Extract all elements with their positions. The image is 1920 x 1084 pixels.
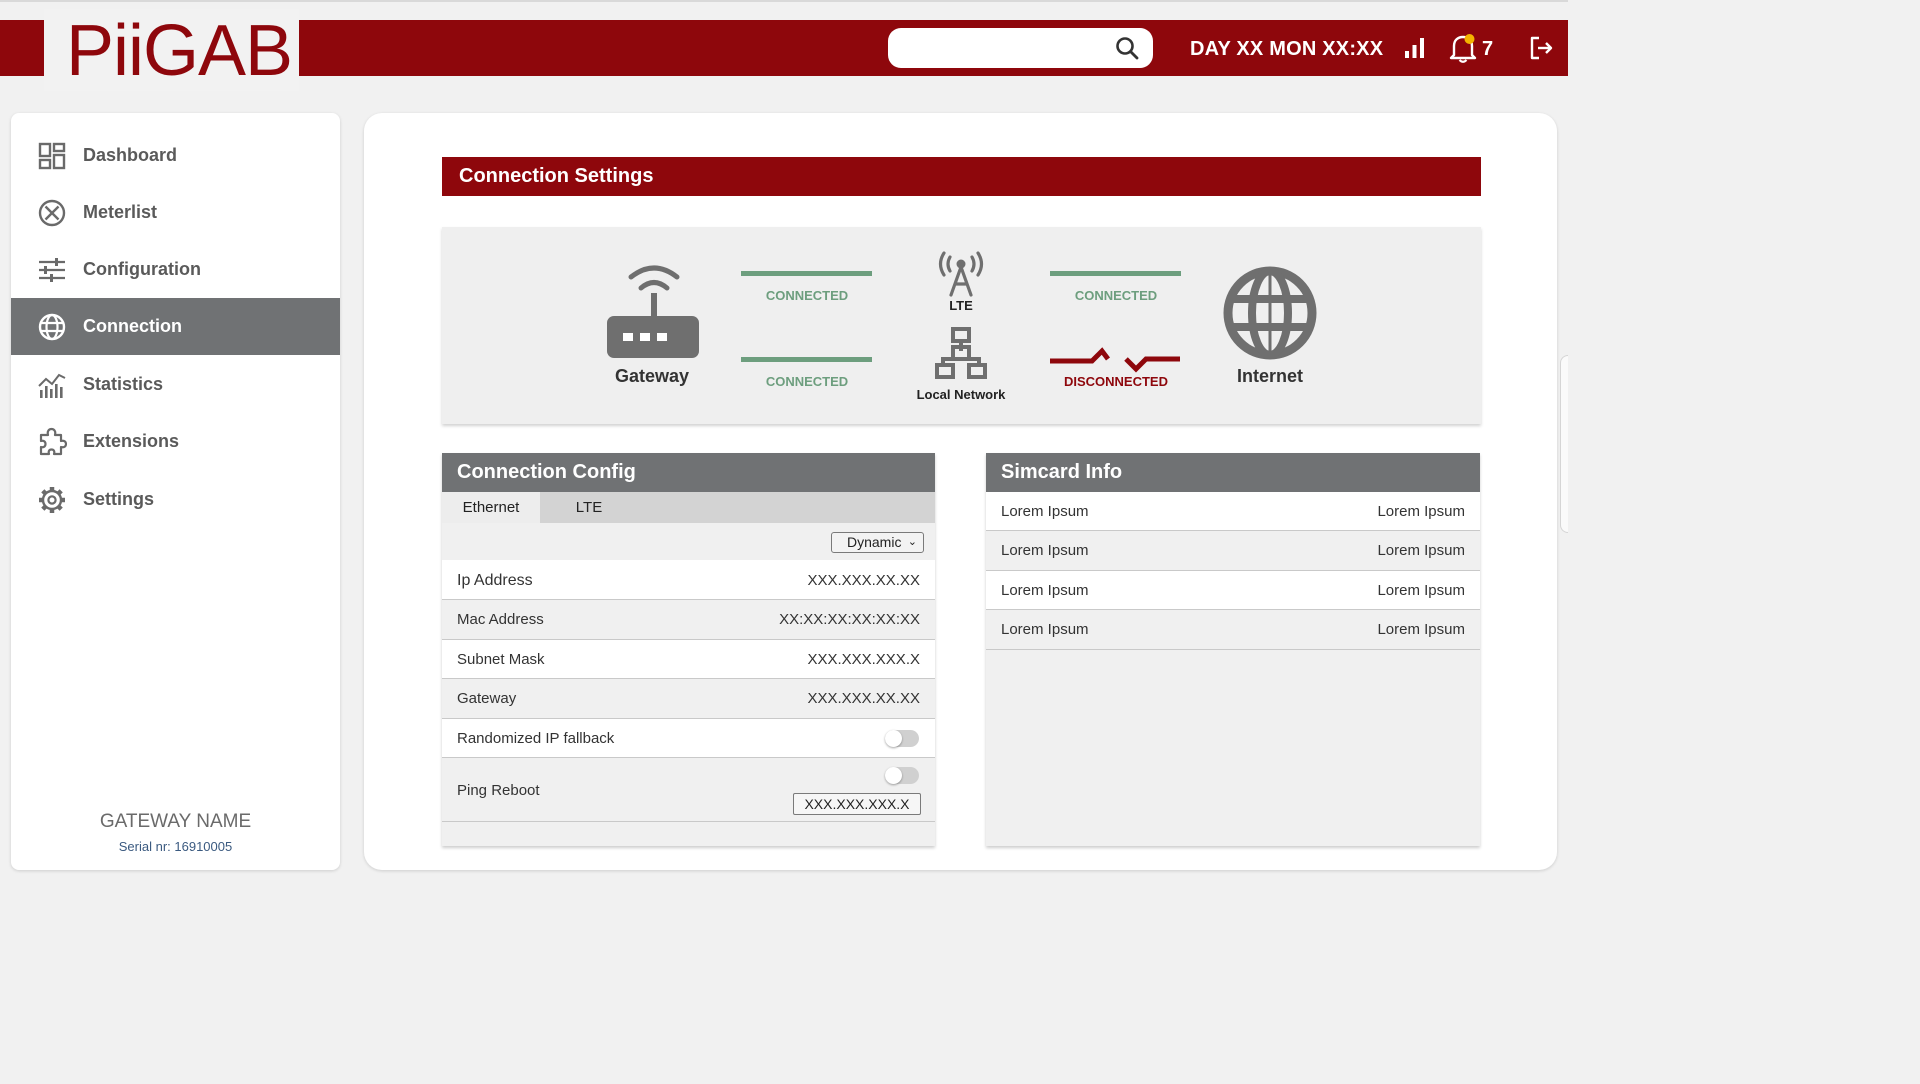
puzzle-icon xyxy=(39,427,67,456)
notification-count: 7 xyxy=(1482,38,1494,60)
logo: PiiGAB xyxy=(44,9,299,91)
mac-address-label: Mac Address xyxy=(457,611,544,628)
sidebar: Dashboard Meterlist Configuration Connec… xyxy=(11,113,340,870)
simcard-key: Lorem Ipsum xyxy=(1001,621,1089,638)
sidebar-item-label: Statistics xyxy=(83,374,164,394)
gateway-lte-link xyxy=(741,271,872,276)
mac-address-value: XX:XX:XX:XX:XX:XX xyxy=(779,611,920,628)
gateway-local-status: CONNECTED xyxy=(765,374,849,389)
main-panel: Connection Settings Gateway CONNECTED CO… xyxy=(364,113,1557,870)
sidebar-item-label: Dashboard xyxy=(83,145,178,165)
randomized-ip-label: Randomized IP fallback xyxy=(457,730,615,747)
sidebar-item-configuration[interactable]: Configuration xyxy=(11,241,340,298)
sidebar-item-statistics[interactable]: Statistics xyxy=(11,356,340,413)
subnet-mask-row: Subnet Mask XXX.XXX.XXX.X xyxy=(442,640,935,679)
gateway-value: XXX.XXX.XX.XX xyxy=(807,690,920,707)
page-title: Connection Settings xyxy=(459,165,654,187)
signal-icon xyxy=(1405,38,1424,58)
logo-text: PiiGAB xyxy=(66,11,293,91)
ip-address-value: XXX.XXX.XX.XX xyxy=(807,572,920,589)
chart-icon xyxy=(38,373,66,398)
simcard-key: Lorem Ipsum xyxy=(1001,503,1089,520)
simcard-key: Lorem Ipsum xyxy=(1001,542,1089,559)
sidebar-item-connection[interactable]: Connection xyxy=(11,298,340,355)
simcard-value: Lorem Ipsum xyxy=(1377,621,1465,638)
simcard-value: Lorem Ipsum xyxy=(1377,582,1465,599)
simcard-value: Lorem Ipsum xyxy=(1377,542,1465,559)
connection-diagram: Gateway CONNECTED CONNECTED LTE Local Ne… xyxy=(442,227,1481,424)
bell-icon[interactable] xyxy=(1448,32,1478,64)
router-icon xyxy=(607,265,699,358)
chevron-down-icon: ⌄ xyxy=(907,536,917,548)
gateway-name: GATEWAY NAME xyxy=(99,811,252,832)
lte-label: LTE xyxy=(949,298,973,313)
internet-globe-icon xyxy=(1223,266,1317,360)
ip-mode-value: Dynamic xyxy=(847,534,902,550)
connection-settings-header: Connection Settings xyxy=(442,157,1481,196)
gateway-lte-status: CONNECTED xyxy=(765,288,849,303)
simcard-value: Lorem Ipsum xyxy=(1377,503,1465,520)
globe-icon xyxy=(38,313,66,341)
side-scroll-handle[interactable] xyxy=(1560,355,1568,533)
sidebar-item-extensions[interactable]: Extensions xyxy=(11,413,340,470)
datetime: DAY XX MON XX:XX xyxy=(1190,38,1384,60)
simcard-key: Lorem Ipsum xyxy=(1001,582,1089,599)
logout-icon[interactable] xyxy=(1528,35,1554,61)
sidebar-item-label: Settings xyxy=(83,489,155,509)
ip-mode-select[interactable]: Dynamic ⌄ xyxy=(831,532,924,553)
ping-ip-input[interactable]: XXX.XXX.XXX.X xyxy=(793,793,921,815)
broken-link-icon xyxy=(1050,347,1180,373)
subnet-mask-label: Subnet Mask xyxy=(457,651,545,668)
table-row: Lorem Ipsum Lorem Ipsum xyxy=(986,531,1480,571)
antenna-icon xyxy=(938,251,984,297)
sidebar-item-label: Connection xyxy=(83,316,182,336)
meterlist-icon xyxy=(38,199,66,227)
table-row: Lorem Ipsum Lorem Ipsum xyxy=(986,492,1480,531)
gateway-label: Gateway xyxy=(614,366,690,386)
table-row: Lorem Ipsum Lorem Ipsum xyxy=(986,571,1480,610)
search-icon[interactable] xyxy=(1114,35,1140,61)
table-row: Lorem Ipsum Lorem Ipsum xyxy=(986,610,1480,650)
connection-config-title: Connection Config xyxy=(457,461,636,483)
sidebar-item-dashboard[interactable]: Dashboard xyxy=(11,127,340,184)
lte-internet-link xyxy=(1050,271,1181,276)
local-internet-status: DISCONNECTED xyxy=(1063,374,1168,389)
connection-config-header: Connection Config xyxy=(442,453,935,492)
mac-address-row: Mac Address XX:XX:XX:XX:XX:XX xyxy=(442,600,935,640)
gateway-row: Gateway XXX.XXX.XX.XX xyxy=(442,679,935,719)
config-tabs: Ethernet LTE xyxy=(442,492,935,523)
sidebar-item-label: Meterlist xyxy=(83,202,158,222)
connection-config-panel: Connection Config Ethernet LTE Dynamic ⌄… xyxy=(442,453,935,846)
ping-reboot-row: Ping Reboot XXX.XXX.XXX.X xyxy=(442,758,935,822)
top-border xyxy=(0,0,1568,2)
gear-icon xyxy=(39,487,65,513)
simcard-info-header: Simcard Info xyxy=(986,453,1480,492)
lte-internet-status: CONNECTED xyxy=(1074,288,1158,303)
sidebar-item-label: Configuration xyxy=(83,259,201,279)
local-network-label: Local Network xyxy=(916,387,1006,402)
ping-reboot-label: Ping Reboot xyxy=(457,782,540,799)
ip-address-label: Ip Address xyxy=(457,572,533,589)
internet-label: Internet xyxy=(1236,366,1303,386)
serial-number: Serial nr: 16910005 xyxy=(118,839,233,854)
sidebar-item-settings[interactable]: Settings xyxy=(11,471,340,528)
subnet-mask-value: XXX.XXX.XXX.X xyxy=(807,651,920,668)
ip-address-row: Ip Address XXX.XXX.XX.XX xyxy=(442,560,935,600)
gateway-label: Gateway xyxy=(457,690,517,707)
tab-ethernet[interactable]: Ethernet xyxy=(442,492,540,523)
randomized-ip-toggle[interactable] xyxy=(885,730,919,747)
gateway-local-link xyxy=(741,357,872,362)
sliders-icon xyxy=(39,258,65,282)
simcard-info-panel: Simcard Info Lorem Ipsum Lorem Ipsum Lor… xyxy=(986,453,1480,846)
local-network-icon xyxy=(935,327,987,379)
ping-reboot-toggle[interactable] xyxy=(885,767,919,784)
dashboard-icon xyxy=(38,142,66,170)
randomized-ip-row: Randomized IP fallback xyxy=(442,719,935,758)
sidebar-item-meterlist[interactable]: Meterlist xyxy=(11,184,340,241)
sidebar-item-label: Extensions xyxy=(83,431,180,451)
simcard-info-title: Simcard Info xyxy=(1001,461,1123,483)
tab-lte[interactable]: LTE xyxy=(540,492,638,523)
